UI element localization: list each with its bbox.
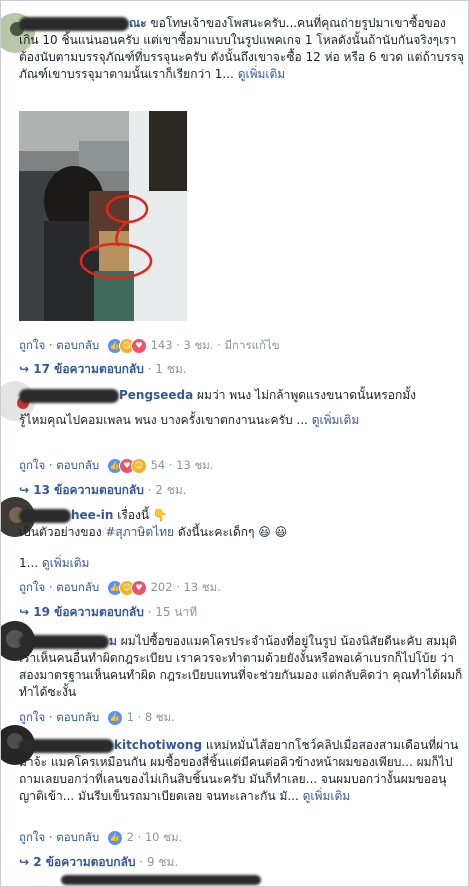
reaction-icons[interactable]: 👍 ♥ ☺ [106,457,147,474]
comment-text-2-suffix: ดังนี้นะคะเด็กๆ 😃 😃 [174,525,288,539]
comment-actions: ถูกใจ · ตอบกลับ 👍 ☺ ♥ 202 · 13 ชม. [19,579,221,596]
replies-time: 1 ชม. [155,362,187,376]
reaction-icons[interactable]: 👍 [106,829,123,846]
like-link[interactable]: ถูกใจ [19,458,45,472]
reply-arrow-icon: ↪ [19,855,30,869]
reaction-count: 143 [150,338,173,352]
reaction-count: 1 [126,710,134,724]
comment-body: ม ผมไปซื้อของแมคโครประจำน้องที่อยู่ในรูป… [19,633,464,701]
commenter-name[interactable]: hee-in [71,508,113,522]
comment-text-2-prefix: เป็นตัวอย่างของ [19,525,106,539]
see-more-link[interactable]: ดูเพิ่มเติม [303,789,351,803]
comment-actions: ถูกใจ · ตอบกลับ 👍 ☺ ♥ 143 · 3 ชม. · มีการแ… [19,337,280,354]
reply-link[interactable]: ตอบกลับ [56,710,99,724]
reaction-count: 54 [150,458,166,472]
next-comment-preview [1,871,468,886]
comment-actions: ถูกใจ · ตอบกลับ 👍 2 · 10 ชม. [19,829,183,846]
reply-link[interactable]: ตอบกลับ [56,338,99,352]
reply-link[interactable]: ตอบกลับ [56,580,99,594]
reply-arrow-icon: ↪ [19,483,30,497]
love-reaction-icon: ♥ [130,579,147,596]
replies-time: 15 นาที [155,605,198,619]
reaction-icons[interactable]: 👍 ☺ ♥ [106,579,147,596]
redacted-name-scribble [19,634,109,649]
comment-text: เรื่องนี้ 👇 [117,508,168,522]
comment-body: ณะ ขอโทษเจ้าของโพสนะครับ...คนที่คุณถ่ายร… [19,15,464,83]
replies-count: 19 ข้อความตอบกลับ [33,605,144,619]
redacted-name-scribble [61,875,261,885]
replies-count: 17 ข้อความตอบกลับ [33,362,144,376]
see-more-link[interactable]: ดูเพิ่มเติม [238,67,286,81]
comment-feed: ณะ ขอโทษเจ้าของโพสนะครับ...คนที่คุณถ่ายร… [0,0,469,887]
like-link[interactable]: ถูกใจ [19,710,45,724]
replies-time: 2 ชม. [155,483,187,497]
commenter-name[interactable]: kitchotiwong [114,738,202,752]
comment-actions: ถูกใจ · ตอบกลับ 👍 ♥ ☺ 54 · 13 ชม. [19,457,214,474]
reaction-icons[interactable]: 👍 [106,709,123,726]
like-reaction-icon: 👍 [106,829,123,846]
timestamp[interactable]: 13 ชม. [183,580,220,594]
view-replies[interactable]: ↪ 13 ข้อความตอบกลับ · 2 ชม. [19,481,187,500]
comment-body: hee-in เรื่องนี้ 👇 เป็นตัวอย่างของ #สุภา… [19,507,464,572]
replies-time: 9 ชม. [146,855,179,869]
redacted-name-scribble [19,388,119,403]
redacted-name-scribble [19,738,114,753]
timestamp[interactable]: 8 ชม. [145,710,175,724]
timestamp[interactable]: 13 ชม. [176,458,213,472]
like-link[interactable]: ถูกใจ [19,580,45,594]
reaction-count: 2 [126,830,134,844]
view-replies[interactable]: ↪ 2 ข้อความตอบกลับ · 9 ชม. [19,853,178,872]
store-checkout-photo [19,111,187,321]
reply-arrow-icon: ↪ [19,605,30,619]
attached-photo[interactable] [19,111,187,321]
comment-text: ผมว่า พนง ไม่กล้าพูดแรงขนาดนั้นหรอกมั้ง [197,388,417,402]
view-replies[interactable]: ↪ 17 ข้อความตอบกลับ · 1 ชม. [19,360,187,379]
comment-body: Pengseeda ผมว่า พนง ไม่กล้าพูดแรงขนาดนั้… [19,387,464,429]
comment-text-2: รู้ไหมคุณไปคอมเพลน พนง บางครั้งเขาตกงานน… [19,413,308,427]
replies-count: 13 ข้อความตอบกลับ [33,483,144,497]
see-more-link[interactable]: ดูเพิ่มเติม [42,556,90,570]
comment-text-3: 1... [19,556,39,570]
timestamp[interactable]: 3 ชม. [183,338,213,352]
commenter-name[interactable]: ม [109,634,117,648]
commenter-name[interactable]: ณะ [129,16,147,30]
timestamp[interactable]: 10 ชม. [145,830,182,844]
reply-arrow-icon: ↪ [19,362,30,376]
reaction-count: 202 [150,580,173,594]
like-link[interactable]: ถูกใจ [19,830,45,844]
reaction-icons[interactable]: 👍 ☺ ♥ [106,337,147,354]
redacted-name-scribble [19,16,129,31]
like-reaction-icon: 👍 [106,709,123,726]
reply-link[interactable]: ตอบกลับ [56,458,99,472]
redacted-name-scribble [19,508,71,523]
replies-count: 2 ข้อความตอบกลับ [33,855,136,869]
hashtag-link[interactable]: #สุภาษิตไทย [105,525,174,539]
edited-label[interactable]: มีการแก้ไข [224,338,279,352]
like-link[interactable]: ถูกใจ [19,338,45,352]
love-reaction-icon: ♥ [130,337,147,354]
haha-reaction-icon: ☺ [130,457,147,474]
comment-body: kitchotiwong แหม่หมั่นไส้อยากโชว์คลิปเมื… [19,737,464,805]
comment-actions: ถูกใจ · ตอบกลับ 👍 1 · 8 ชม. [19,709,175,726]
reply-link[interactable]: ตอบกลับ [56,830,99,844]
view-replies[interactable]: ↪ 19 ข้อความตอบกลับ · 15 นาที [19,603,197,622]
see-more-link[interactable]: ดูเพิ่มเติม [312,413,360,427]
commenter-name[interactable]: Pengseeda [119,388,193,402]
